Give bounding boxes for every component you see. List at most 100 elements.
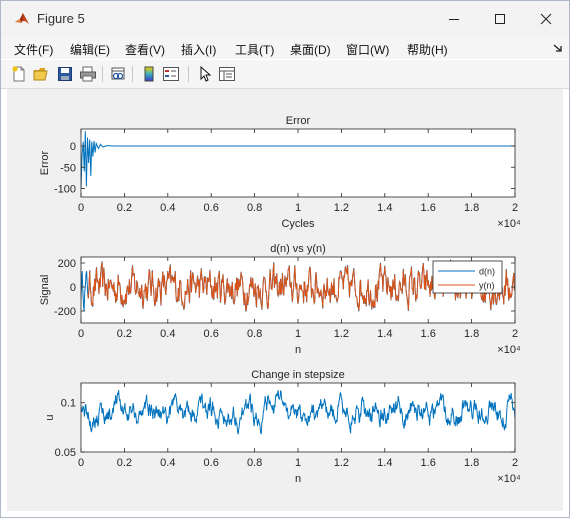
window-title: Figure 5	[37, 11, 85, 26]
insert-legend-icon	[163, 67, 179, 81]
y-axis-label: Error	[39, 150, 51, 175]
save-icon	[58, 67, 72, 81]
x-tick-label: 0.2	[117, 457, 132, 469]
x-exponent-label: ×10⁴	[497, 218, 521, 230]
chart-2: 0 0.2 0.4 0.6 0.8 1 1.2 1.4 1.6 1.8 2×10⁴2000-200d…	[39, 243, 521, 356]
x-tick-label: 1.2	[334, 328, 349, 340]
x-axis-label: n	[295, 344, 301, 356]
toolbar	[1, 60, 569, 89]
x-tick-label: 0.6	[204, 202, 219, 214]
maximize-icon	[495, 14, 505, 24]
print-button[interactable]	[78, 64, 98, 84]
dock-arrow-icon[interactable]	[553, 43, 563, 53]
x-tick-label: 1.8	[464, 328, 479, 340]
menu-file[interactable]: 文件(F)	[14, 41, 53, 58]
x-tick-label: 1.6	[421, 457, 436, 469]
x-tick-label: 0.6	[204, 457, 219, 469]
x-tick-label: 1.8	[464, 457, 479, 469]
chart-3: 0 0.2 0.4 0.6 0.8 1 1.2 1.4 1.6 1.8 2 ×10⁴ 0.1 0.05 Ch…	[44, 369, 521, 485]
x-tick-label: 0.6	[204, 328, 219, 340]
open-file-button[interactable]	[32, 64, 52, 84]
insert-colorbar-button[interactable]	[139, 64, 159, 84]
x-tick-label: 1	[295, 202, 301, 214]
y-axis-label: Signal	[39, 275, 51, 306]
x-tick-label: 0.4	[160, 328, 175, 340]
x-tick-label: 1.4	[377, 328, 392, 340]
x-tick-label: 0	[78, 457, 84, 469]
new-figure-button[interactable]	[9, 64, 29, 84]
save-button[interactable]	[55, 64, 75, 84]
y-tick-label: 0	[70, 141, 76, 153]
insert-legend-button[interactable]	[161, 64, 181, 84]
figure-window: Figure 5 文件(F) 编辑(E) 查看(V) 插入(I) 工具(T) 桌…	[0, 0, 570, 518]
property-inspector-button[interactable]	[217, 64, 237, 84]
x-tick-label: 0.8	[247, 202, 262, 214]
close-icon	[540, 13, 552, 25]
matlab-icon	[15, 13, 29, 24]
menu-help[interactable]: 帮助(H)	[407, 41, 448, 58]
title-bar: Figure 5	[1, 1, 569, 37]
new-figure-icon	[12, 66, 25, 82]
x-axis-label: Cycles	[281, 218, 315, 230]
chart-title: Error	[286, 115, 311, 127]
minimize-button[interactable]	[431, 1, 477, 37]
y-tick-label: 200	[58, 258, 76, 270]
menu-insert[interactable]: 插入(I)	[181, 41, 216, 58]
x-tick-label: 1.2	[334, 457, 349, 469]
x-exponent-label: ×10⁴	[497, 344, 521, 356]
chart-title: Change in stepsize	[251, 369, 345, 381]
plot-background	[81, 383, 515, 452]
chart-title: d(n) vs y(n)	[270, 243, 326, 255]
x-tick-label: 0.8	[247, 457, 262, 469]
toolbar-separator	[188, 66, 189, 82]
x-tick-label: 0	[78, 328, 84, 340]
x-tick-label: 1	[295, 457, 301, 469]
x-tick-label: 0.8	[247, 328, 262, 340]
pointer-button[interactable]	[195, 64, 215, 84]
x-tick-label: 0.2	[117, 328, 132, 340]
close-button[interactable]	[523, 1, 569, 37]
menu-tools[interactable]: 工具(T)	[235, 41, 274, 58]
x-tick-label: 1.6	[421, 202, 436, 214]
x-tick-label: 0.4	[160, 202, 175, 214]
x-exponent-label: ×10⁴	[497, 473, 521, 485]
legend-entry: d(n)	[479, 267, 495, 277]
x-tick-label: 0.4	[160, 457, 175, 469]
x-tick-label: 1.4	[377, 202, 392, 214]
x-tick-label: 2	[512, 457, 518, 469]
maximize-button[interactable]	[477, 1, 523, 37]
property-inspector-icon	[219, 67, 235, 81]
x-tick-label: 2	[512, 202, 518, 214]
menu-edit[interactable]: 编辑(E)	[70, 41, 110, 58]
x-tick-label: 0	[78, 202, 84, 214]
y-tick-label: -200	[54, 306, 76, 318]
menu-window[interactable]: 窗口(W)	[346, 41, 389, 58]
insert-colorbar-icon	[144, 66, 154, 82]
menu-bar: 文件(F) 编辑(E) 查看(V) 插入(I) 工具(T) 桌面(D) 窗口(W…	[1, 37, 569, 59]
minimize-icon	[449, 19, 459, 20]
x-tick-label: 2	[512, 328, 518, 340]
print-icon	[80, 66, 96, 82]
y-tick-label: -50	[60, 162, 76, 174]
plot-background	[81, 129, 515, 197]
link-plot-button[interactable]	[108, 64, 128, 84]
x-tick-label: 1.6	[421, 328, 436, 340]
x-axis-label: n	[295, 473, 301, 485]
plots-canvas: 0 0.2 0.4 0.6 0.8 1 1.2 1.4 1.6 1.8 2×10⁴0-50-100E…	[39, 115, 521, 485]
y-tick-label: 0	[70, 282, 76, 294]
pointer-icon	[200, 66, 212, 82]
y-axis-label: u	[44, 414, 56, 420]
figure-area: 0 0.2 0.4 0.6 0.8 1 1.2 1.4 1.6 1.8 2 ×10⁴ 0 -50 -100 E…	[7, 89, 563, 511]
y-tick-label: 0.05	[55, 447, 76, 459]
open-file-icon	[33, 68, 48, 81]
x-tick-label: 1	[295, 328, 301, 340]
x-tick-label: 1.8	[464, 202, 479, 214]
menu-desktop[interactable]: 桌面(D)	[290, 41, 331, 58]
link-plot-icon	[111, 67, 125, 80]
legend-entry: y(n)	[479, 281, 495, 291]
menu-view[interactable]: 查看(V)	[125, 41, 165, 58]
x-tick-label: 0.2	[117, 202, 132, 214]
toolbar-separator	[102, 66, 103, 82]
y-tick-label: -100	[54, 184, 76, 196]
x-tick-label: 1.2	[334, 202, 349, 214]
